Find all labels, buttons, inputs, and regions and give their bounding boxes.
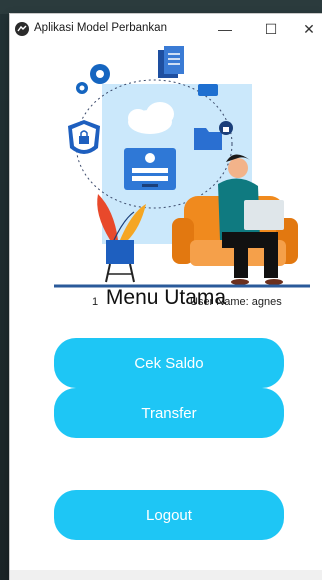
background-top-strip	[0, 0, 322, 14]
minimize-button[interactable]: —	[210, 18, 240, 40]
window-bottom-edge	[10, 570, 322, 580]
title-bar: Aplikasi Model Perbankan — ☐ ✕	[10, 14, 322, 44]
shield-lock-icon	[68, 120, 100, 154]
menu-title: Menu Utama	[105, 286, 227, 309]
close-button[interactable]: ✕	[294, 18, 322, 40]
app-window: Aplikasi Model Perbankan — ☐ ✕ 1 User Na…	[10, 14, 322, 580]
cek-saldo-button[interactable]: Cek Saldo	[54, 338, 284, 388]
banking-illustration	[54, 46, 310, 288]
transfer-button[interactable]: Transfer	[54, 388, 284, 438]
card-icon	[198, 84, 218, 96]
logout-button[interactable]: Logout	[54, 490, 284, 540]
app-icon	[15, 22, 29, 36]
maximize-button[interactable]: ☐	[256, 18, 286, 40]
window-title: Aplikasi Model Perbankan	[34, 22, 167, 34]
documents-icon	[158, 46, 184, 78]
login-card-icon	[124, 148, 176, 190]
